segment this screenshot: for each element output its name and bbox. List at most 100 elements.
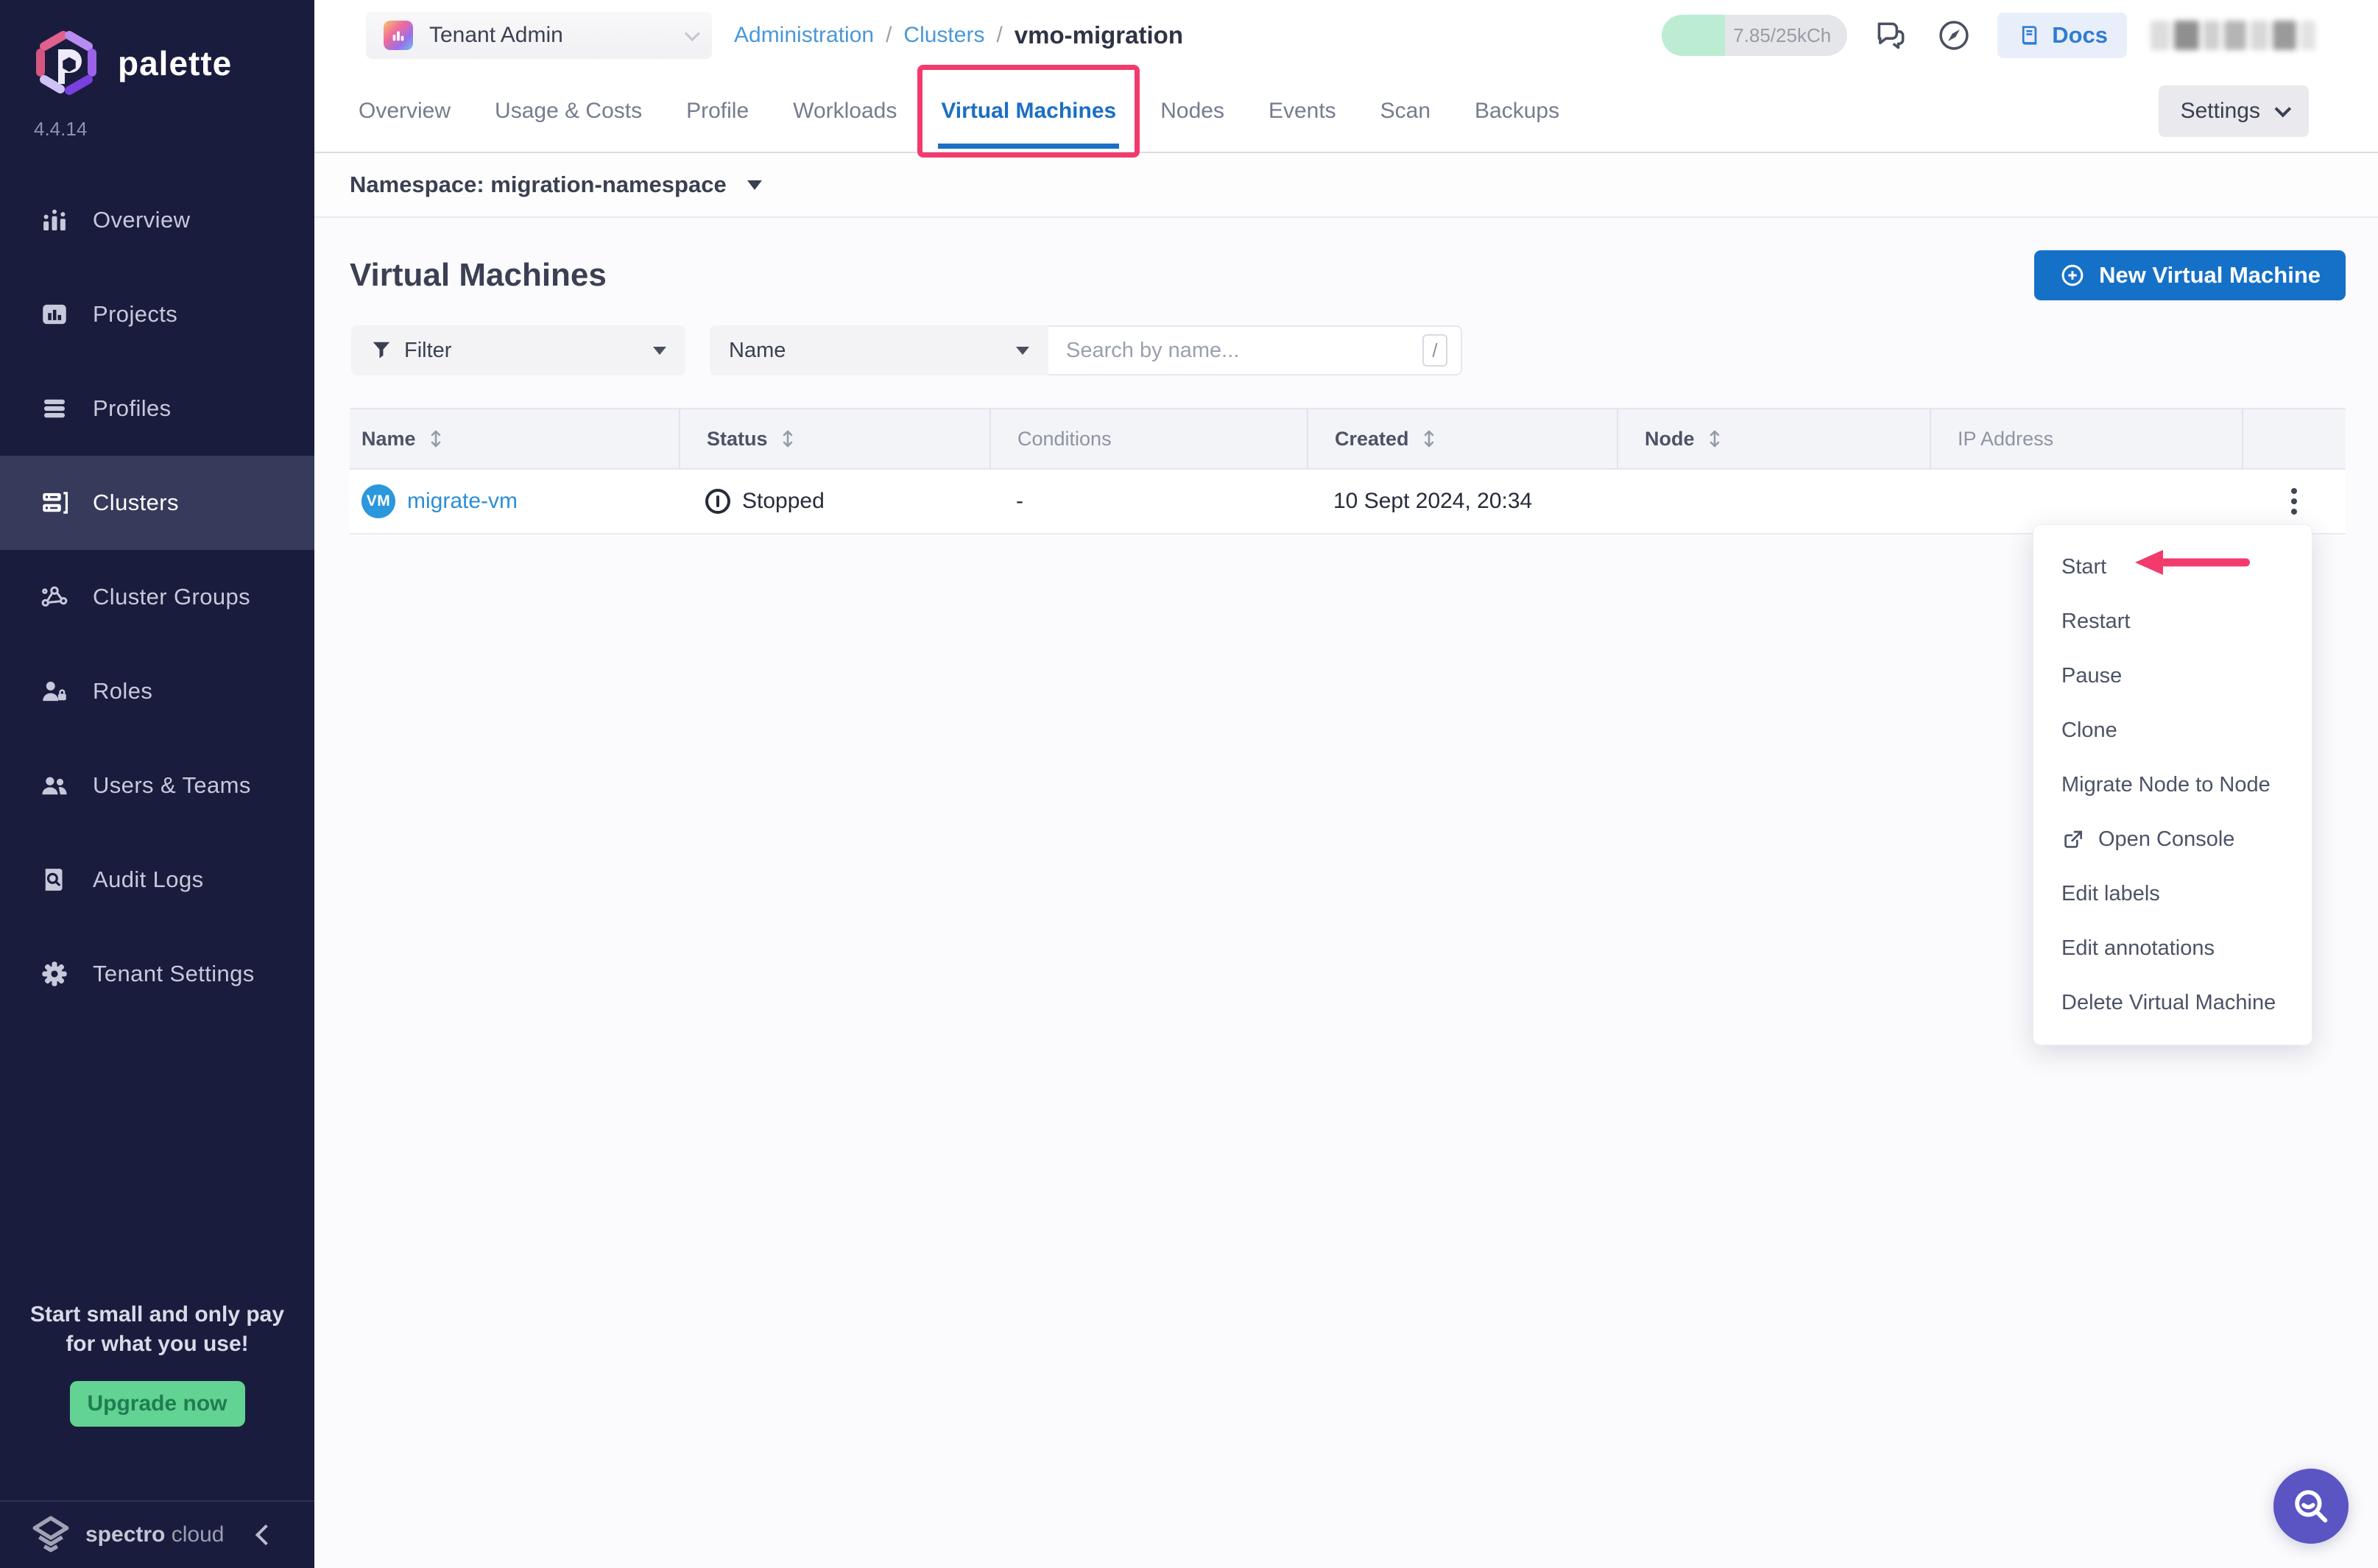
help-search-button[interactable]: [2273, 1469, 2349, 1544]
new-vm-label: New Virtual Machine: [2099, 262, 2321, 289]
filter-label: Filter: [404, 339, 451, 363]
content: Virtual Machines New Virtual Machine Fil…: [314, 250, 2378, 534]
sidebar-item-audit-logs[interactable]: Audit Logs: [0, 833, 314, 927]
sidebar-item-label: Clusters: [93, 490, 179, 516]
tab-usage-costs[interactable]: Usage & Costs: [495, 99, 642, 124]
sidebar-item-profiles[interactable]: Profiles: [0, 361, 314, 456]
filter-dropdown[interactable]: Filter: [351, 325, 685, 375]
sidebar-item-label: Tenant Settings: [93, 961, 255, 987]
collapse-sidebar-icon[interactable]: [255, 1525, 276, 1545]
sidebar-item-tenant-settings[interactable]: Tenant Settings: [0, 927, 314, 1021]
sidebar-item-roles[interactable]: Roles: [0, 644, 314, 738]
sidebar-item-overview[interactable]: Overview: [0, 173, 314, 267]
column-label: Node: [1645, 428, 1695, 451]
tab-nodes[interactable]: Nodes: [1160, 99, 1224, 124]
row-actions-kebab-icon[interactable]: [2285, 482, 2303, 520]
column-label: Created: [1335, 428, 1409, 451]
sidebar-item-label: Cluster Groups: [93, 584, 250, 610]
menu-item-edit-annotations[interactable]: Edit annotations: [2033, 921, 2312, 975]
promo-text: Start small and only pay for what you us…: [21, 1300, 294, 1359]
brand-primary: spectro: [85, 1522, 165, 1547]
namespace-selector[interactable]: Namespace: migration-namespace: [350, 172, 727, 198]
explore-compass-icon[interactable]: [1934, 15, 1974, 55]
version-label: 4.4.14: [0, 99, 314, 141]
redacted-user-info: [2151, 21, 2315, 50]
main-area: Tenant Admin Administration / Clusters /…: [314, 0, 2378, 1568]
menu-item-clone[interactable]: Clone: [2033, 703, 2312, 757]
column-header-status[interactable]: Status: [679, 409, 989, 468]
vm-actions-menu: Start Restart Pause Clone Migrate Node t…: [2033, 524, 2312, 1045]
sidebar-item-label: Roles: [93, 678, 152, 704]
settings-button[interactable]: Settings: [2159, 85, 2309, 137]
breadcrumb-separator: /: [996, 23, 1002, 48]
menu-item-pause[interactable]: Pause: [2033, 649, 2312, 703]
brand-secondary: cloud: [172, 1522, 225, 1547]
menu-item-open-console[interactable]: Open Console: [2033, 812, 2312, 866]
sidebar-item-cluster-groups[interactable]: Cluster Groups: [0, 550, 314, 644]
tab-overview[interactable]: Overview: [359, 99, 451, 124]
vm-table: Name Status Conditions Created: [350, 408, 2346, 534]
breadcrumb: Administration / Clusters / vmo-migratio…: [734, 21, 1183, 49]
search-input[interactable]: [1066, 339, 1422, 363]
upgrade-now-button[interactable]: Upgrade now: [70, 1381, 245, 1427]
sidebar-item-projects[interactable]: Projects: [0, 267, 314, 361]
tab-virtual-machines[interactable]: Virtual Machines: [941, 99, 1116, 124]
tab-workloads[interactable]: Workloads: [793, 99, 897, 124]
sort-icon[interactable]: [780, 428, 796, 450]
tab-scan[interactable]: Scan: [1380, 99, 1430, 124]
sort-icon[interactable]: [1707, 428, 1723, 450]
docs-button[interactable]: Docs: [1997, 13, 2127, 58]
new-virtual-machine-button[interactable]: New Virtual Machine: [2034, 250, 2346, 300]
tenant-label: Tenant Admin: [429, 23, 563, 48]
tab-backups[interactable]: Backups: [1475, 99, 1559, 124]
menu-item-restart[interactable]: Restart: [2033, 594, 2312, 649]
sidebar-nav: Overview Projects Profiles: [0, 173, 314, 1021]
menu-item-delete-virtual-machine[interactable]: Delete Virtual Machine: [2033, 975, 2312, 1030]
palette-logo-icon: [31, 28, 102, 99]
tab-events[interactable]: Events: [1269, 99, 1336, 124]
table-header: Name Status Conditions Created: [350, 408, 2346, 470]
topbar-actions: 7.85/25kCh Docs: [1662, 13, 2315, 58]
spectro-cloud-logo: [29, 1514, 72, 1556]
keyboard-shortcut-badge: /: [1422, 334, 1447, 367]
page-title: Virtual Machines: [350, 257, 607, 294]
sidebar-item-label: Projects: [93, 301, 177, 328]
search-field-selector[interactable]: Name: [710, 325, 1048, 375]
sort-icon[interactable]: [428, 428, 444, 450]
audit-logs-icon: [38, 864, 71, 896]
column-label: Conditions: [1017, 428, 1112, 451]
sidebar-item-label: Overview: [93, 207, 190, 233]
menu-item-migrate-node-to-node[interactable]: Migrate Node to Node: [2033, 757, 2312, 812]
column-header-created[interactable]: Created: [1307, 409, 1617, 468]
menu-item-edit-labels[interactable]: Edit labels: [2033, 866, 2312, 921]
breadcrumb-clusters[interactable]: Clusters: [903, 23, 984, 48]
annotation-arrow: [2135, 546, 2253, 579]
tenant-icon: [384, 21, 413, 50]
search-field-label: Name: [729, 339, 786, 363]
sidebar-item-users-teams[interactable]: Users & Teams: [0, 738, 314, 833]
column-header-name[interactable]: Name: [350, 409, 679, 468]
sidebar-item-clusters[interactable]: Clusters: [0, 456, 314, 550]
caret-down-icon[interactable]: [747, 180, 762, 190]
cluster-groups-icon: [38, 581, 71, 613]
namespace-bar: Namespace: migration-namespace: [314, 153, 2378, 218]
breadcrumb-administration[interactable]: Administration: [734, 23, 874, 48]
projects-icon: [38, 298, 71, 331]
chevron-down-icon: [2275, 101, 2292, 118]
breadcrumb-separator: /: [886, 23, 892, 48]
vm-name-link[interactable]: migrate-vm: [407, 489, 518, 514]
roles-icon: [38, 675, 71, 707]
tenant-scope-selector[interactable]: Tenant Admin: [366, 12, 712, 59]
upgrade-promo: Start small and only pay for what you us…: [0, 1300, 314, 1427]
book-icon: [2017, 23, 2042, 48]
status-text: Stopped: [742, 489, 825, 514]
feedback-chat-icon[interactable]: [1871, 15, 1910, 55]
settings-label: Settings: [2181, 99, 2260, 124]
sort-icon[interactable]: [1421, 428, 1437, 450]
overview-icon: [38, 204, 71, 236]
sidebar-item-label: Audit Logs: [93, 866, 204, 893]
funnel-icon: [370, 339, 392, 361]
column-header-node[interactable]: Node: [1617, 409, 1930, 468]
tab-profile[interactable]: Profile: [686, 99, 749, 124]
palette-logo: palette: [0, 0, 314, 99]
